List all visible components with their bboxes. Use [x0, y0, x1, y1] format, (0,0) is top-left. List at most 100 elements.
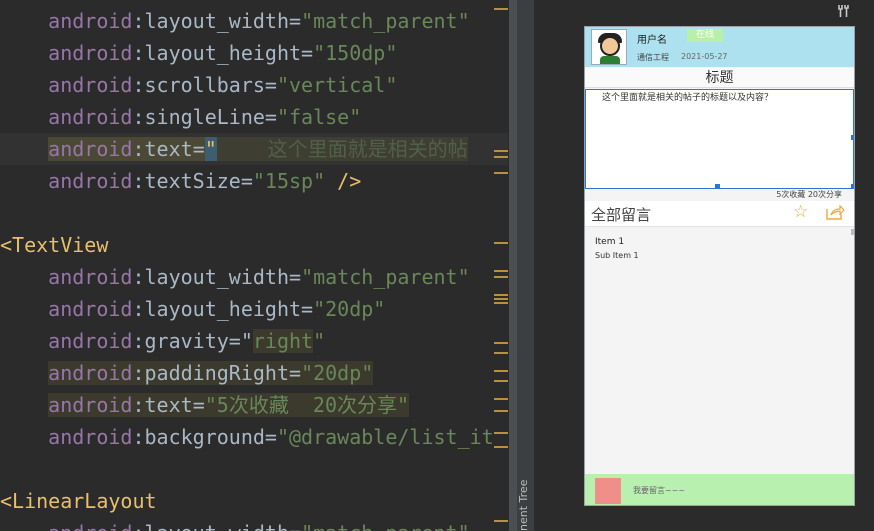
warning-marker[interactable]	[494, 302, 508, 304]
tag-close: />	[325, 169, 362, 193]
post-body-textview[interactable]: 这个里面就是相关的帖子的标题以及内容？	[585, 89, 854, 189]
code-line[interactable]: android:textSize="15sp" />	[0, 165, 361, 197]
equals: =	[289, 521, 301, 531]
code-line[interactable]: android:layout_height="150dp"	[0, 37, 397, 69]
warning-marker[interactable]	[494, 398, 508, 400]
attr-value: "5次收藏 20次分享"	[204, 393, 410, 417]
design-canvas[interactable]: 用户名 在线 通信工程 2021-05-27 标题 这个里面就是相关的帖子的标题…	[534, 0, 874, 531]
code-line[interactable]: android:scrollbars="vertical"	[0, 69, 397, 101]
warning-marker[interactable]	[494, 352, 508, 354]
equals: =	[192, 137, 205, 161]
attr-namespace: android	[48, 297, 133, 321]
attr-namespace: android	[48, 73, 133, 97]
equals: =	[192, 393, 205, 417]
warning-marker[interactable]	[494, 446, 508, 448]
attr-value: right	[252, 329, 314, 353]
warning-marker[interactable]	[494, 276, 508, 278]
attr-namespace: android	[48, 9, 133, 33]
code-line[interactable]: <TextView	[0, 229, 108, 261]
warning-marker[interactable]	[494, 172, 508, 174]
warning-marker[interactable]	[494, 342, 508, 344]
equals: ="	[228, 329, 253, 353]
code-line[interactable]: android:paddingRight="20dp"	[0, 357, 374, 389]
equals: =	[264, 73, 277, 97]
attr-name: :gravity	[132, 329, 229, 353]
code-line[interactable]: android:layout_height="20dp"	[0, 293, 385, 325]
user-header: 用户名 在线 通信工程 2021-05-27	[585, 27, 854, 67]
attr-value: "vertical"	[276, 73, 398, 97]
code-editor[interactable]: android:layout_width="match_parent" andr…	[0, 0, 508, 531]
error-marker-gutter[interactable]	[490, 0, 508, 531]
code-line[interactable]: android:layout_width="match_parent"	[0, 517, 470, 531]
equals: =	[289, 9, 302, 33]
attr-name: :scrollbars	[132, 73, 265, 97]
attr-value: "match_parent"	[301, 9, 470, 33]
selection-handle[interactable]	[851, 135, 854, 140]
avatar[interactable]	[591, 29, 627, 65]
avatar-body	[600, 56, 620, 64]
warning-marker[interactable]	[494, 8, 508, 10]
attr-namespace: android	[48, 265, 133, 289]
comment-input[interactable]: 我要留言~~~	[633, 485, 685, 496]
comment-input-bar: 我要留言~~~	[585, 474, 854, 505]
side-tool-strip: nent Tree	[508, 0, 534, 531]
warning-marker[interactable]	[494, 298, 508, 300]
code-line[interactable]: android:background="@drawable/list_it	[0, 421, 494, 453]
code-line[interactable]: <LinearLayout	[0, 485, 157, 517]
attr-value: "20dp"	[301, 361, 374, 385]
editor-scrollbar[interactable]	[509, 0, 517, 531]
post-title: 标题	[585, 68, 854, 88]
list-scrollbar[interactable]	[851, 229, 854, 235]
code-line[interactable]: android:gravity="right"	[0, 325, 325, 357]
warning-marker[interactable]	[494, 150, 508, 152]
attr-namespace: android	[48, 105, 133, 129]
code-line[interactable]: android:singleLine="false"	[0, 101, 361, 133]
equals: =	[301, 297, 314, 321]
attr-name: :layout_width	[132, 265, 290, 289]
warning-marker[interactable]	[494, 432, 508, 434]
attr-name: :paddingRight	[132, 361, 290, 385]
star-icon[interactable]: ☆	[793, 203, 811, 221]
warning-marker[interactable]	[494, 520, 508, 522]
equals: =	[289, 361, 302, 385]
code-line[interactable]: android:layout_width="match_parent"	[0, 5, 470, 37]
attr-name: :layout_height	[132, 297, 302, 321]
warning-marker[interactable]	[494, 156, 508, 158]
quote-mark: "	[313, 329, 326, 353]
warning-marker[interactable]	[494, 380, 508, 382]
attr-namespace: android	[48, 41, 133, 65]
code-line-current[interactable]: android:text=" 这个里面就是相关的帖	[0, 133, 508, 165]
warning-marker[interactable]	[494, 410, 508, 412]
attr-name: :layout_height	[132, 41, 302, 65]
attr-name: :background	[132, 425, 265, 449]
warning-marker[interactable]	[494, 242, 508, 244]
code-line[interactable]: android:text="5次收藏 20次分享"	[0, 389, 410, 421]
warning-marker[interactable]	[494, 370, 508, 372]
avatar-face	[600, 36, 620, 56]
warning-marker[interactable]	[494, 294, 508, 296]
comments-list[interactable]: Item 1 Sub Item 1	[585, 227, 854, 473]
attr-name: :textSize	[132, 169, 241, 193]
stats-text: 5次收藏 20次分享	[776, 190, 842, 199]
wrench-icon-svg	[838, 5, 849, 17]
layout-preview[interactable]: 用户名 在线 通信工程 2021-05-27 标题 这个里面就是相关的帖子的标题…	[584, 26, 855, 506]
status-badge: 在线	[687, 29, 723, 42]
attr-value: "20dp"	[313, 297, 386, 321]
comments-header: 全部留言 ☆	[585, 201, 854, 227]
attr-value: "match_parent"	[301, 521, 470, 531]
attr-namespace: android	[48, 329, 133, 353]
attr-name: :singleLine	[132, 105, 265, 129]
warning-marker[interactable]	[494, 270, 508, 272]
attr-namespace: android	[48, 521, 132, 531]
quote-mark: "	[204, 137, 217, 161]
list-item-title[interactable]: Item 1	[595, 237, 624, 247]
list-item-subtitle: Sub Item 1	[595, 251, 639, 260]
comments-title: 全部留言	[591, 206, 652, 224]
attr-name: :layout_width	[132, 9, 290, 33]
attr-name: :text	[132, 137, 193, 161]
wrench-icon[interactable]	[837, 4, 849, 18]
code-line[interactable]: android:layout_width="match_parent"	[0, 261, 469, 293]
post-date: 2021-05-27	[681, 52, 728, 61]
share-icon[interactable]	[825, 203, 845, 221]
component-tree-tab[interactable]: nent Tree	[517, 471, 530, 531]
